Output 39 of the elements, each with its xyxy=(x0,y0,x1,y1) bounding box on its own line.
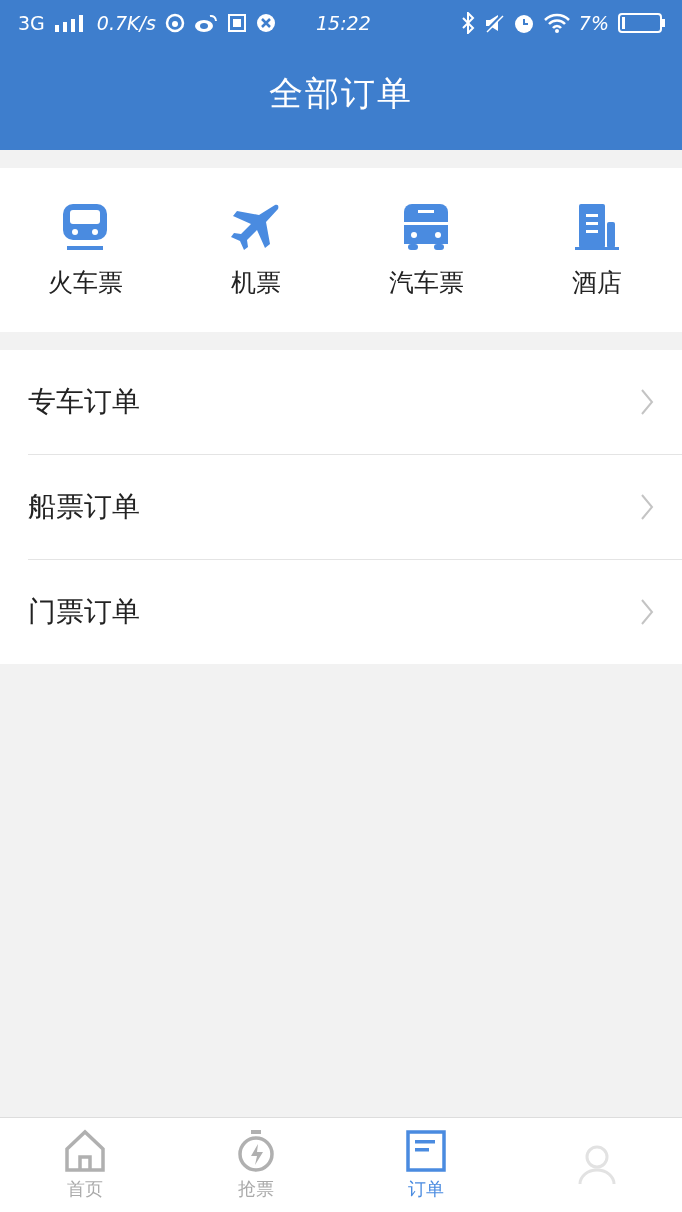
home-icon xyxy=(64,1129,107,1173)
category-label: 汽车票 xyxy=(388,266,464,299)
chevron-right-icon xyxy=(640,493,654,521)
bluetooth-icon xyxy=(460,12,475,34)
app-notification-icon xyxy=(164,13,185,33)
order-row-label: 专车订单 xyxy=(28,384,140,420)
mute-icon xyxy=(483,13,504,33)
order-row[interactable]: 门票订单 xyxy=(28,560,682,664)
category-label: 机票 xyxy=(230,266,281,299)
app-s-icon xyxy=(226,13,247,33)
network-speed: 0.7K/s xyxy=(96,12,156,34)
order-row-label: 门票订单 xyxy=(28,594,140,630)
page-title: 全部订单 xyxy=(269,72,413,115)
wifi-icon xyxy=(543,13,570,33)
tab-label: 订单 xyxy=(408,1177,445,1201)
tab-label: 抢票 xyxy=(237,1177,274,1201)
chevron-right-icon xyxy=(640,388,654,416)
category-item[interactable]: 机票 xyxy=(170,201,341,299)
alarm-icon xyxy=(512,12,535,34)
category-item[interactable]: 火车票 xyxy=(0,201,171,299)
network-type: 3G xyxy=(18,12,45,34)
category-item[interactable]: 汽车票 xyxy=(341,201,512,299)
building-icon xyxy=(572,201,621,252)
weibo-icon xyxy=(193,13,218,33)
clock-time: 15:22 xyxy=(316,12,371,34)
battery-percent: 7% xyxy=(578,12,609,34)
tab-label: 首页 xyxy=(67,1177,104,1201)
tab-item[interactable]: 订单 xyxy=(341,1129,512,1201)
category-item[interactable]: 酒店 xyxy=(511,201,682,299)
train-icon xyxy=(61,201,110,252)
chevron-right-icon xyxy=(640,598,654,626)
battery-icon xyxy=(618,12,666,34)
document-icon xyxy=(405,1129,448,1173)
order-row[interactable]: 船票订单 xyxy=(28,455,682,560)
category-label: 酒店 xyxy=(571,266,622,299)
close-circle-icon xyxy=(255,13,276,33)
order-row[interactable]: 专车订单 xyxy=(28,350,682,455)
category-label: 火车票 xyxy=(47,266,123,299)
order-row-label: 船票订单 xyxy=(28,489,140,525)
